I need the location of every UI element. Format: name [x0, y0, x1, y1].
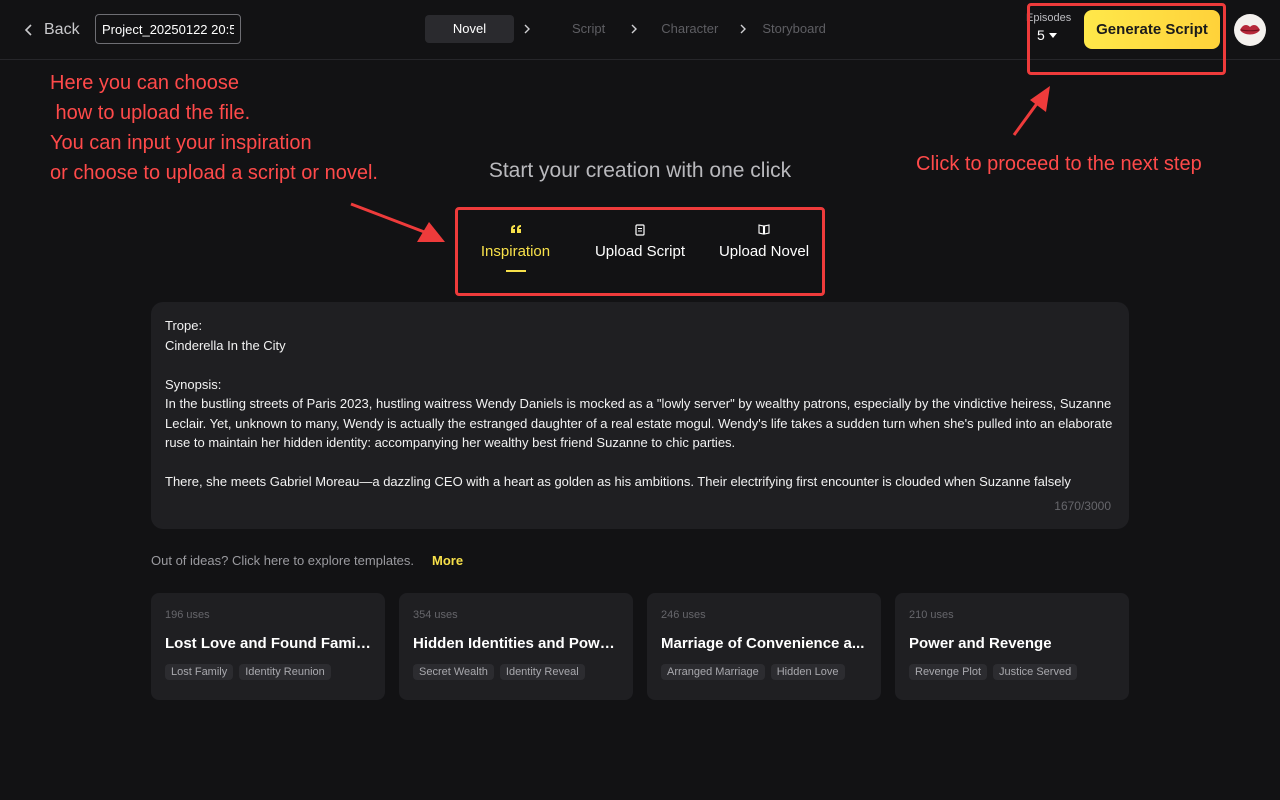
template-title: Power and Revenge	[909, 635, 1052, 652]
template-card[interactable]: 354 uses Hidden Identities and Powe... S…	[399, 593, 633, 700]
template-tag: Lost Family	[165, 664, 234, 680]
template-card[interactable]: 196 uses Lost Love and Found Families Lo…	[151, 593, 385, 700]
more-templates-link[interactable]: More	[432, 553, 463, 568]
template-uses: 196 uses	[165, 609, 210, 621]
back-button[interactable]: Back	[22, 18, 80, 42]
step-script[interactable]: Script	[556, 15, 629, 43]
template-tags: Lost Family Identity Reunion	[165, 664, 371, 680]
arrow-to-generate-icon	[1012, 86, 1050, 136]
tab-upload-novel-label: Upload Novel	[718, 243, 810, 260]
template-tag: Revenge Plot	[909, 664, 988, 680]
template-tag: Hidden Love	[770, 664, 845, 680]
page-headline: Start your creation with one click	[488, 159, 792, 182]
lips-icon	[1240, 25, 1260, 35]
tab-upload-novel[interactable]: Upload Novel	[718, 224, 810, 260]
step-nav: Novel Script Character Storyboard	[425, 15, 826, 43]
template-card[interactable]: 246 uses Marriage of Convenience a... Ar…	[647, 593, 881, 700]
project-name-input[interactable]	[95, 14, 241, 44]
chevron-right-icon	[740, 24, 747, 34]
step-novel[interactable]: Novel	[425, 15, 514, 43]
template-tag: Identity Reunion	[239, 664, 331, 680]
tab-icon-wrap	[592, 224, 688, 238]
quote-icon	[510, 225, 521, 233]
arrow-to-tabs-icon	[350, 202, 445, 242]
step-storyboard[interactable]: Storyboard	[762, 15, 826, 43]
template-uses: 246 uses	[661, 609, 706, 621]
template-tag: Identity Reveal	[499, 664, 585, 680]
tab-inspiration-label: Inspiration	[480, 243, 551, 260]
tab-icon-wrap	[718, 224, 810, 238]
script-file-icon	[635, 224, 645, 236]
template-tags: Revenge Plot Justice Served	[909, 664, 1115, 680]
avatar[interactable]	[1234, 14, 1266, 46]
active-tab-underline	[505, 270, 526, 272]
template-title: Marriage of Convenience a...	[661, 635, 865, 652]
tab-upload-script-label: Upload Script	[594, 243, 686, 260]
template-title: Lost Love and Found Families	[165, 635, 371, 652]
tab-inspiration[interactable]: Inspiration	[478, 224, 553, 272]
template-uses: 354 uses	[413, 609, 458, 621]
template-card[interactable]: 210 uses Power and Revenge Revenge Plot …	[895, 593, 1129, 700]
template-tags: Arranged Marriage Hidden Love	[661, 664, 867, 680]
generate-highlight-box	[1027, 3, 1226, 75]
back-label: Back	[44, 21, 80, 38]
template-tag: Justice Served	[993, 664, 1078, 680]
explore-templates-text: Out of ideas? Click here to explore temp…	[151, 553, 415, 568]
inspiration-editor[interactable]: Trope: Cinderella In the City Synopsis: …	[151, 302, 1129, 529]
template-title: Hidden Identities and Powe...	[413, 635, 619, 652]
chevron-left-icon	[24, 24, 32, 36]
template-tags: Secret Wealth Identity Reveal	[413, 664, 619, 680]
chevron-right-icon	[631, 24, 638, 34]
template-tag: Arranged Marriage	[661, 664, 765, 680]
tab-upload-script[interactable]: Upload Script	[592, 224, 688, 260]
template-uses: 210 uses	[909, 609, 954, 621]
inspiration-text[interactable]: Trope: Cinderella In the City Synopsis: …	[165, 316, 1115, 494]
chevron-right-icon	[524, 24, 530, 34]
tab-icon-wrap	[478, 224, 553, 238]
template-tag: Secret Wealth	[413, 664, 494, 680]
step-character[interactable]: Character	[661, 15, 738, 43]
book-icon	[758, 224, 770, 235]
char-counter: 1670/3000	[1054, 499, 1111, 513]
